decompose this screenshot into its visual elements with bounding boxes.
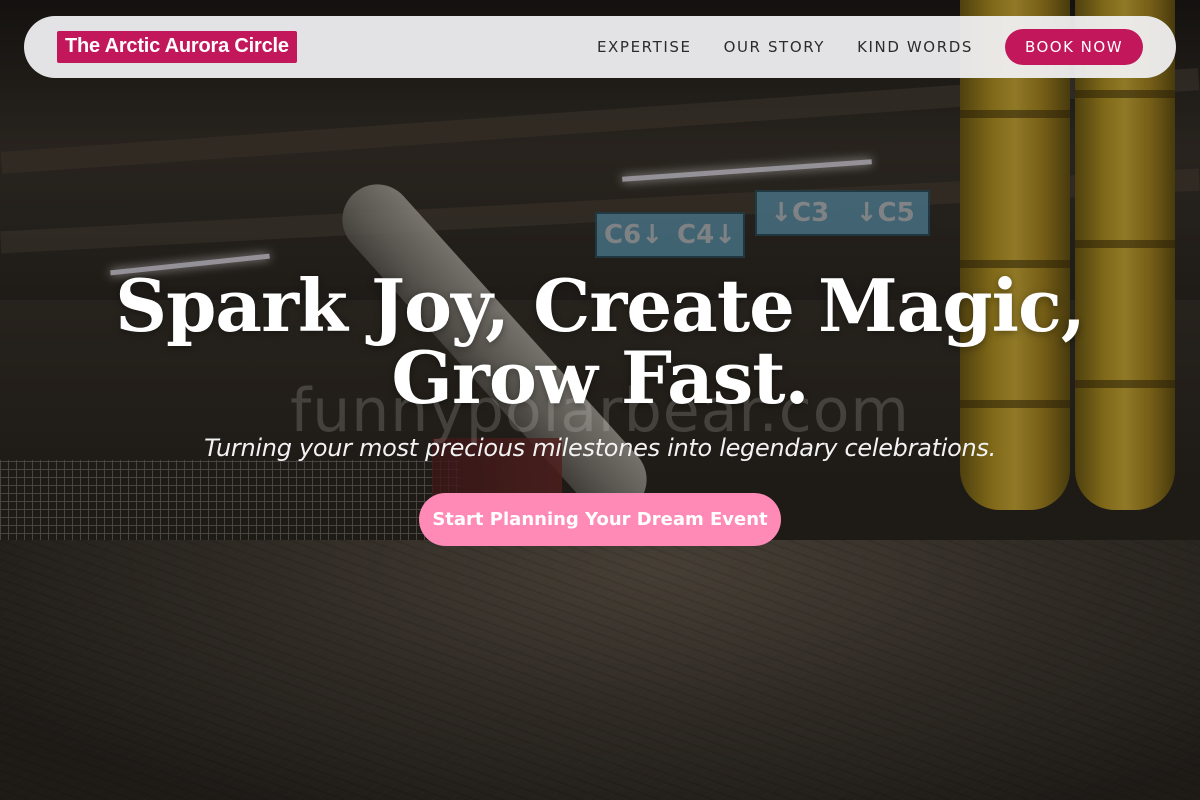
brand-logo[interactable]: The Arctic Aurora Circle [57, 31, 297, 63]
start-planning-button[interactable]: Start Planning Your Dream Event [419, 493, 781, 546]
hero-subtitle: Turning your most precious milestones in… [204, 434, 996, 462]
book-now-button[interactable]: BOOK NOW [1005, 29, 1143, 65]
nav-link-kind-words[interactable]: KIND WORDS [857, 38, 973, 56]
main-nav: EXPERTISE OUR STORY KIND WORDS BOOK NOW [597, 29, 1143, 65]
site-header: The Arctic Aurora Circle EXPERTISE OUR S… [24, 16, 1176, 78]
hero-title-line: Spark Joy, Create Magic, [115, 263, 1086, 348]
nav-link-our-story[interactable]: OUR STORY [724, 38, 826, 56]
nav-link-expertise[interactable]: EXPERTISE [597, 38, 692, 56]
